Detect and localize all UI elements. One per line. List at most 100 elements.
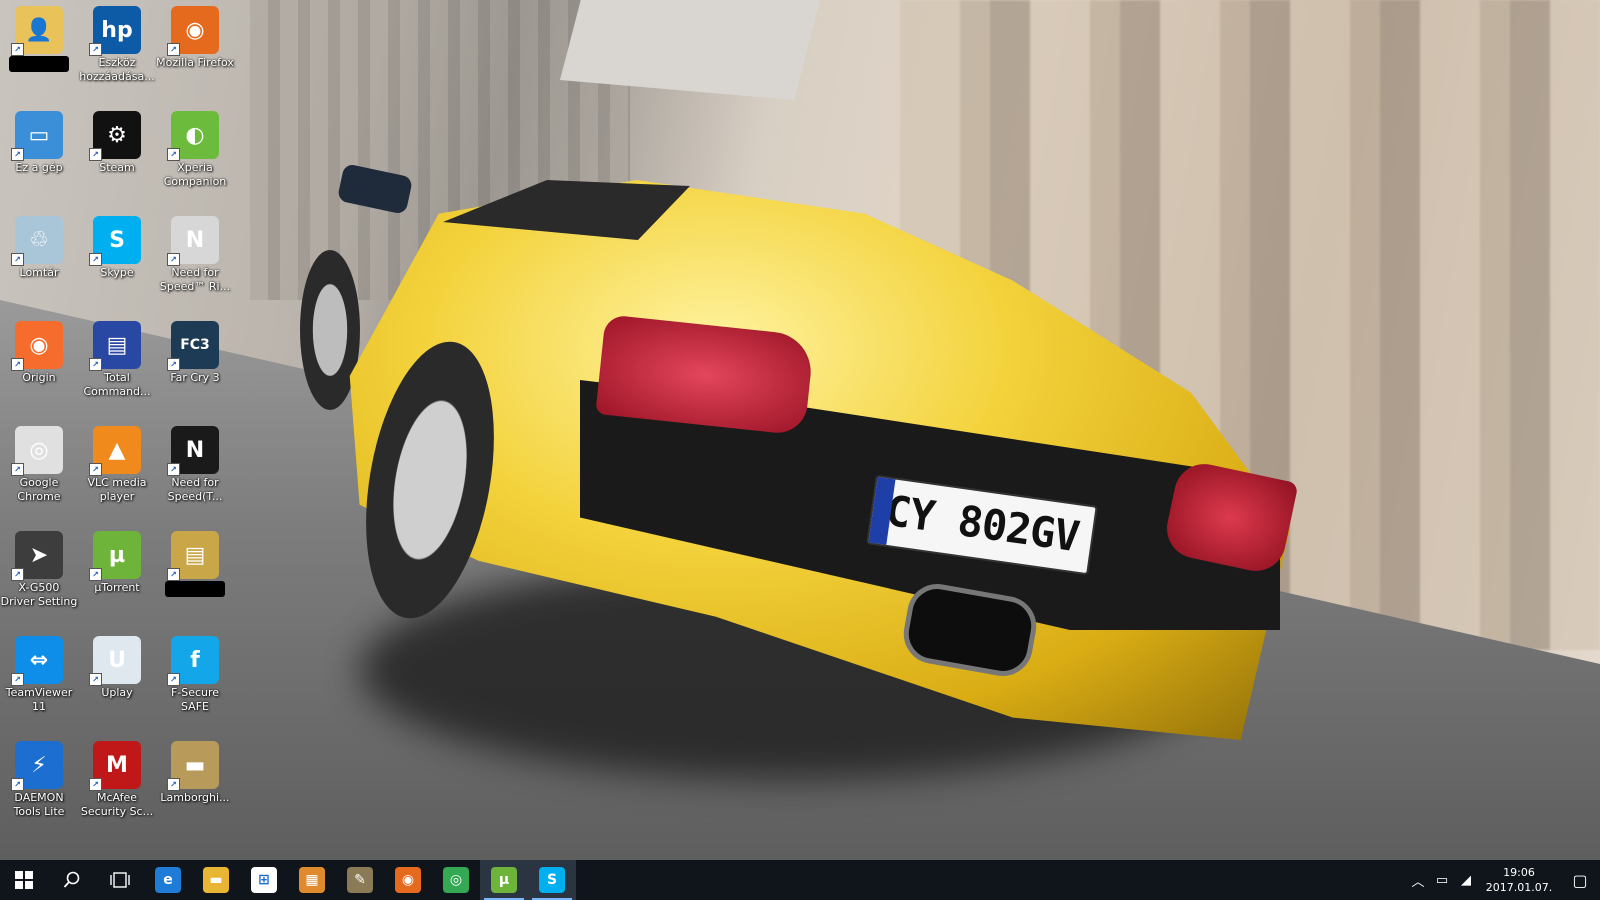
shortcut-arrow-icon: ↗ <box>89 43 102 56</box>
desktop-icon-label: Lamborghi... <box>160 791 230 804</box>
desktop-icon-this-pc[interactable]: ▭ ↗ Ez a gép <box>0 105 78 205</box>
desktop-icon-vlc[interactable]: ▲ ↗ VLC media player <box>78 420 156 520</box>
redacted-label <box>165 581 225 597</box>
mcafee-icon: M ↗ <box>89 741 141 791</box>
total-commander-icon: ▤ ↗ <box>89 321 141 371</box>
shortcut-arrow-icon: ↗ <box>89 148 102 161</box>
desktop-icon-lamborghini-image[interactable]: ▬ ↗ Lamborghi... <box>156 735 234 835</box>
desktop-icon-daemon-tools[interactable]: ⚡ ↗ DAEMON Tools Lite <box>0 735 78 835</box>
taskbar-app-game-app[interactable]: ✎ <box>336 860 384 900</box>
game-folder-icon: ▤ ↗ <box>167 531 219 581</box>
desktop-wallpaper: CY 802GV <box>0 0 1600 860</box>
desktop-icon-nfs-the-run[interactable]: N ↗ Need for Speed(T... <box>156 420 234 520</box>
nfs-the-run-icon: N ↗ <box>167 426 219 476</box>
desktop-icon-hp[interactable]: hp ↗ Eszköz hozzáadása... <box>78 0 156 100</box>
hp-icon: hp ↗ <box>89 6 141 56</box>
user-folder-icon: 👤 ↗ <box>11 6 63 56</box>
game-app-icon: ✎ <box>347 867 373 893</box>
desktop-icon-total-commander[interactable]: ▤ ↗ Total Command... <box>78 315 156 415</box>
chrome-icon: ◎ ↗ <box>11 426 63 476</box>
shortcut-arrow-icon: ↗ <box>167 43 180 56</box>
shortcut-arrow-icon: ↗ <box>167 253 180 266</box>
desktop-icon-game-folder[interactable]: ▤ ↗ <box>156 525 234 625</box>
desktop-icon-uplay[interactable]: U ↗ Uplay <box>78 630 156 730</box>
redacted-label <box>9 56 69 72</box>
taskbar-app-edge[interactable]: e <box>144 860 192 900</box>
taskbar: e ▬ ⊞ ▦ ✎ ◉ ◎ µ S ︿ ▭ ◢ 19:06 2017.01.07. ▢ <box>0 860 1600 900</box>
power-battery-icon[interactable]: ▭ <box>1430 873 1454 888</box>
desktop-icon-label: X-G500 Driver Setting <box>0 581 78 608</box>
shortcut-arrow-icon: ↗ <box>11 253 24 266</box>
clock-date: 2017.01.07. <box>1485 881 1553 894</box>
utorrent-icon: µ <box>491 867 517 893</box>
desktop-icon-label: Google Chrome <box>17 476 61 503</box>
taskbar-clock[interactable]: 19:06 2017.01.07. <box>1478 865 1560 895</box>
taskbar-app-firefox[interactable]: ◉ <box>384 860 432 900</box>
desktop-icon-utorrent[interactable]: µ ↗ µTorrent <box>78 525 156 625</box>
teamviewer-icon: ⇔ ↗ <box>11 636 63 686</box>
file-explorer-icon: ▬ <box>203 867 229 893</box>
action-center-icon[interactable]: ▢ <box>1560 860 1600 900</box>
desktop-icon-label: Skype <box>100 266 134 279</box>
desktop-icon-recycle-bin[interactable]: ♲ ↗ Lomtár <box>0 210 78 310</box>
desktop-icon-fsecure[interactable]: f ↗ F-Secure SAFE <box>156 630 234 730</box>
desktop-icon-label: Uplay <box>101 686 133 699</box>
desktop-icon-label: Xperia Companion <box>163 161 227 188</box>
desktop-icon-chrome[interactable]: ◎ ↗ Google Chrome <box>0 420 78 520</box>
utorrent-icon: µ ↗ <box>89 531 141 581</box>
edge-icon: e <box>155 867 181 893</box>
shortcut-arrow-icon: ↗ <box>89 358 102 371</box>
taskbar-app-skype[interactable]: S <box>528 860 576 900</box>
desktop-icon-user-folder[interactable]: 👤 ↗ <box>0 0 78 100</box>
taskbar-app-file-explorer[interactable]: ▬ <box>192 860 240 900</box>
shortcut-arrow-icon: ↗ <box>11 43 24 56</box>
desktop-icon-origin[interactable]: ◉ ↗ Origin <box>0 315 78 415</box>
taskbar-app-paint-app[interactable]: ▦ <box>288 860 336 900</box>
taskbar-app-store[interactable]: ⊞ <box>240 860 288 900</box>
search-button[interactable] <box>48 860 96 900</box>
shortcut-arrow-icon: ↗ <box>167 463 180 476</box>
shortcut-arrow-icon: ↗ <box>89 568 102 581</box>
desktop-icon-label: Origin <box>22 371 56 384</box>
lamborghini-image-icon: ▬ ↗ <box>167 741 219 791</box>
shortcut-arrow-icon: ↗ <box>89 778 102 791</box>
desktop-icon-far-cry-3[interactable]: FC3 ↗ Far Cry 3 <box>156 315 234 415</box>
shortcut-arrow-icon: ↗ <box>89 253 102 266</box>
clock-time: 19:06 <box>1503 866 1535 879</box>
skype-icon: S ↗ <box>89 216 141 266</box>
taskbar-app-chrome[interactable]: ◎ <box>432 860 480 900</box>
shortcut-arrow-icon: ↗ <box>11 778 24 791</box>
desktop-icon-teamviewer[interactable]: ⇔ ↗ TeamViewer 11 <box>0 630 78 730</box>
shortcut-arrow-icon: ↗ <box>89 463 102 476</box>
desktop-icon-xperia-companion[interactable]: ◐ ↗ Xperia Companion <box>156 105 234 205</box>
desktop-icon-firefox[interactable]: ◉ ↗ Mozilla Firefox <box>156 0 234 100</box>
start-button[interactable] <box>0 860 48 900</box>
taskbar-app-utorrent[interactable]: µ <box>480 860 528 900</box>
desktop-icon-mcafee[interactable]: M ↗ McAfee Security Sc... <box>78 735 156 835</box>
origin-icon: ◉ ↗ <box>11 321 63 371</box>
windows-logo-icon <box>15 871 33 889</box>
firefox-icon: ◉ <box>395 867 421 893</box>
show-hidden-icons-chevron-icon[interactable]: ︿ <box>1406 871 1430 890</box>
desktop-icon-label: Eszköz hozzáadása... <box>79 56 155 83</box>
task-view-button[interactable] <box>96 860 144 900</box>
shortcut-arrow-icon: ↗ <box>11 568 24 581</box>
desktop-icon-label: µTorrent <box>94 581 140 594</box>
firefox-icon: ◉ ↗ <box>167 6 219 56</box>
shortcut-arrow-icon: ↗ <box>11 463 24 476</box>
store-icon: ⊞ <box>251 867 277 893</box>
desktop-icon-xg500-driver[interactable]: ➤ ↗ X-G500 Driver Setting <box>0 525 78 625</box>
uplay-icon: U ↗ <box>89 636 141 686</box>
desktop-icon-skype[interactable]: S ↗ Skype <box>78 210 156 310</box>
this-pc-icon: ▭ ↗ <box>11 111 63 161</box>
desktop-icon-label: TeamViewer 11 <box>5 686 73 713</box>
desktop-icon-steam[interactable]: ⚙ ↗ Steam <box>78 105 156 205</box>
system-tray: ︿ ▭ ◢ 19:06 2017.01.07. ▢ <box>1406 860 1600 900</box>
shortcut-arrow-icon: ↗ <box>167 358 180 371</box>
fsecure-icon: f ↗ <box>167 636 219 686</box>
wifi-signal-icon[interactable]: ◢ <box>1454 873 1478 888</box>
desktop-icon-nfs-rivals[interactable]: N ↗ Need for Speed™ Ri... <box>156 210 234 310</box>
xg500-driver-icon: ➤ ↗ <box>11 531 63 581</box>
desktop-icon-label: Ez a gép <box>15 161 63 174</box>
steam-icon: ⚙ ↗ <box>89 111 141 161</box>
